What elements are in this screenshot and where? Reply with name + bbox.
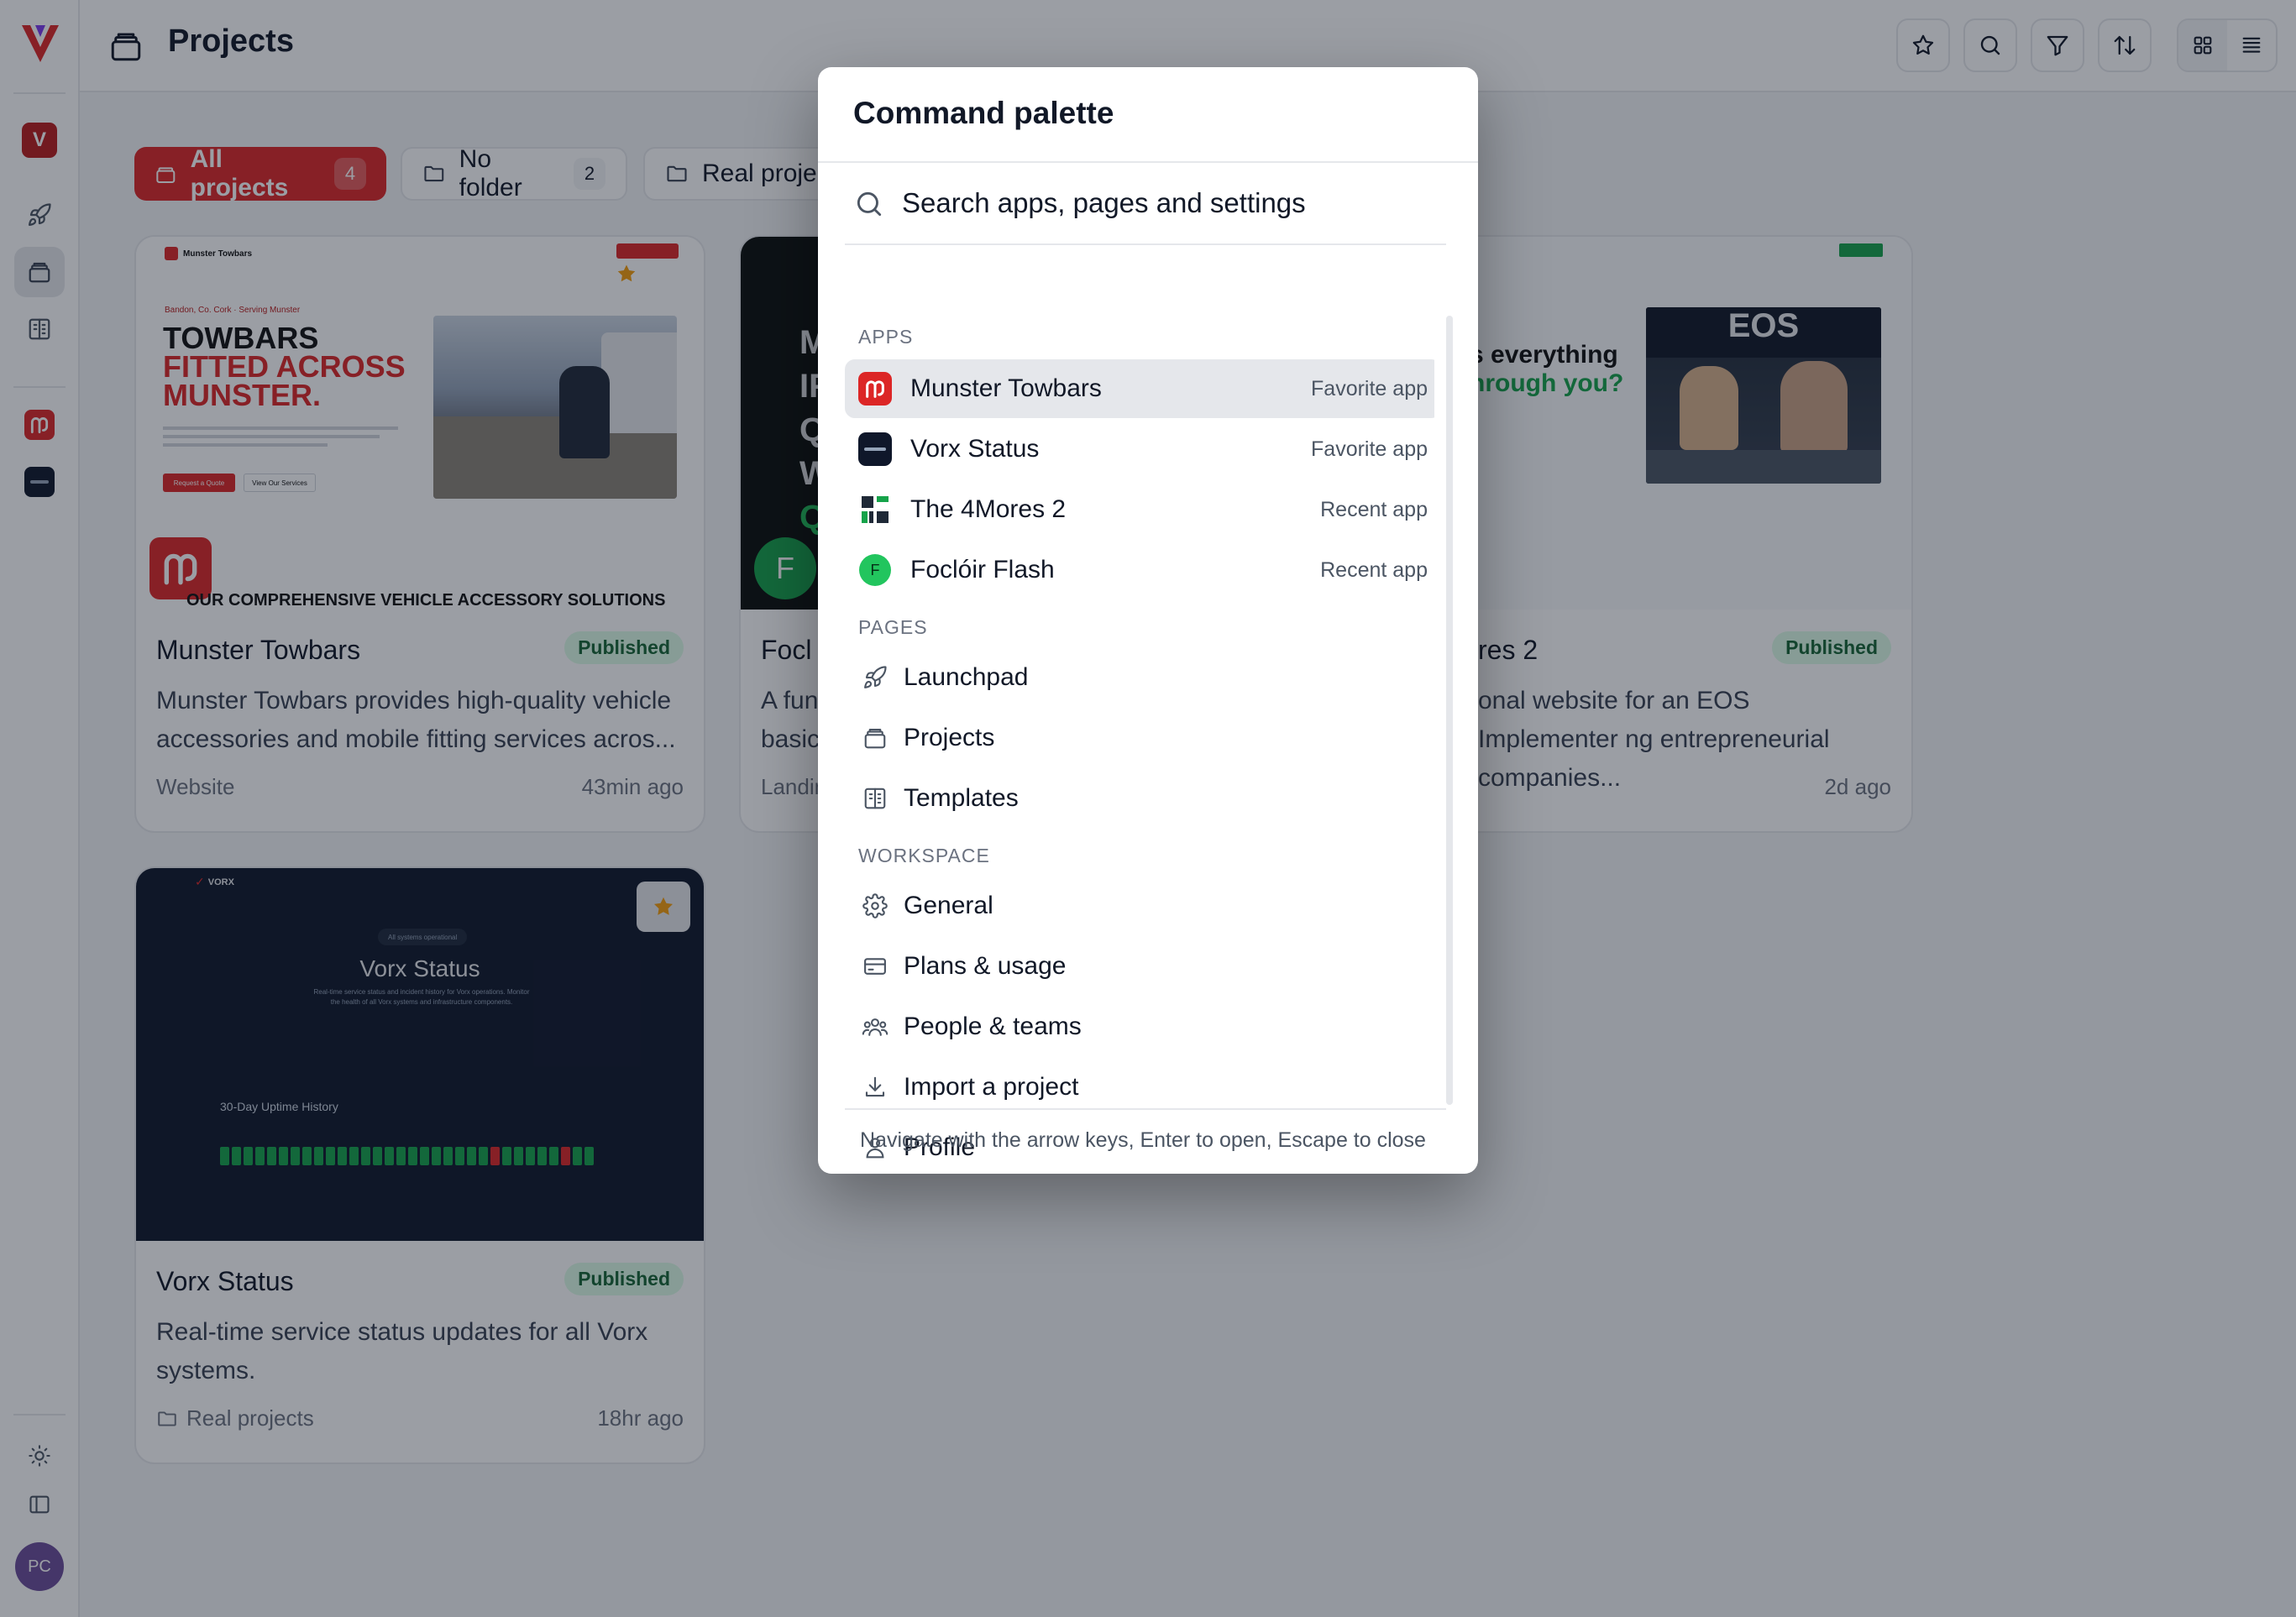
palette-item-projects[interactable]: Projects [845,709,1434,767]
section-heading-apps: APPS [858,326,914,348]
4mores-logo-icon [858,493,892,526]
palette-item-label: People & teams [904,1013,1082,1040]
munster-logo-icon [858,372,892,406]
rocket-icon [858,661,892,694]
palette-item-the-4mores-2[interactable]: The 4Mores 2 Recent app [845,480,1434,539]
palette-item-label: Foclóir Flash [910,556,1055,583]
palette-item-tag: Favorite app [1311,437,1428,461]
palette-item-templates[interactable]: Templates [845,769,1434,828]
palette-keyboard-hint: Navigate with the arrow keys, Enter to o… [860,1128,1426,1152]
palette-divider [845,1108,1446,1110]
palette-item-label: Import a project [904,1073,1079,1101]
palette-item-tag: Recent app [1320,497,1428,521]
download-icon [858,1070,892,1104]
credit-card-icon [858,950,892,983]
palette-divider [818,161,1478,163]
palette-item-label: Vorx Status [910,435,1040,463]
vorx-logo-icon [858,432,892,466]
people-icon [858,1010,892,1044]
focloir-letter: F [859,554,891,586]
palette-item-label: Munster Towbars [910,374,1102,402]
palette-item-label: Launchpad [904,663,1029,691]
palette-item-tag: Favorite app [1311,376,1428,400]
palette-item-general[interactable]: General [845,877,1434,935]
palette-item-plans-usage[interactable]: Plans & usage [845,937,1434,996]
search-icon [853,188,885,224]
palette-item-vorx-status[interactable]: Vorx Status Favorite app [845,420,1434,479]
section-heading-pages: PAGES [858,616,928,638]
section-heading-workspace: WORKSPACE [858,845,990,866]
palette-item-people-teams[interactable]: People & teams [845,997,1434,1056]
command-palette: Command palette APPS Munster Towbars Fav… [818,67,1478,1174]
palette-title: Command palette [853,96,1114,130]
palette-item-tag: Recent app [1320,557,1428,582]
palette-item-label: General [904,892,993,919]
folder-stack-icon [858,721,892,755]
template-icon [858,782,892,815]
palette-item-munster-towbars[interactable]: Munster Towbars Favorite app [845,359,1434,418]
palette-item-label: Plans & usage [904,952,1067,980]
focloir-logo-icon: F [858,553,892,587]
palette-scrollbar[interactable] [1446,316,1453,1105]
palette-item-launchpad[interactable]: Launchpad [845,648,1434,707]
palette-item-label: Projects [904,724,995,751]
palette-item-label: Templates [904,784,1019,812]
gear-icon [858,889,892,923]
palette-search-input[interactable] [902,180,1439,227]
palette-item-label: The 4Mores 2 [910,495,1067,523]
palette-item-focloir-flash[interactable]: F Foclóir Flash Recent app [845,541,1434,599]
palette-results: APPS Munster Towbars Favorite app Vorx S… [845,245,1434,1174]
